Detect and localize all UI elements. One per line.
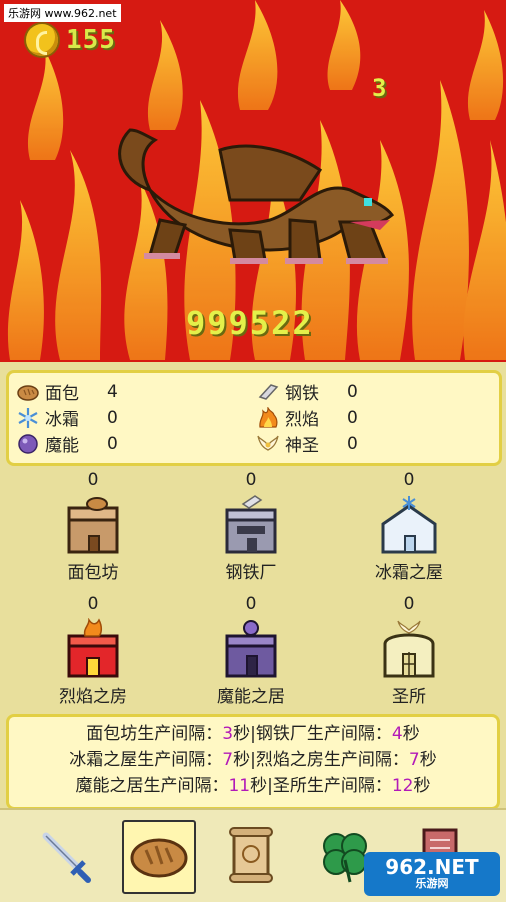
building-count: 0 [403,470,415,490]
flame-icon [259,406,278,428]
resource-magic: 魔能 0 [17,431,118,456]
coin-count: 155 [66,25,116,55]
resource-frost: 冰霜 0 [17,405,118,430]
angel-wings-icon [257,435,279,451]
info-line: 魔能之居生产间隔：11秒|圣所生产间隔：12秒 [75,776,431,796]
steel-mill-building-icon [225,495,277,554]
building-count: 0 [245,470,257,490]
frost-house-building-icon [381,496,437,554]
werewolf-monster[interactable] [100,110,400,270]
info-line: 冰霜之屋生产间隔：7秒|烈焰之房生产间隔：7秒 [69,750,437,770]
enemy-hp: 999522 [186,304,314,342]
tab-buildings[interactable] [122,820,196,894]
building-magic-house[interactable]: 0 魔能之居 [181,594,321,707]
building-count: 0 [245,594,257,614]
building-count: 0 [87,594,99,614]
building-frost-house[interactable]: 0 冰霜之屋 [339,470,479,583]
building-sanctuary[interactable]: 0 圣所 [339,594,479,707]
building-count: 0 [87,470,99,490]
building-bakery[interactable]: 0 面包坊 [23,470,163,583]
bread-icon [130,838,188,878]
steel-bar-icon [258,383,279,400]
info-line: 面包坊生产间隔：3秒|钢铁厂生产间隔：4秒 [86,724,420,744]
flame-house-building-icon [67,618,119,678]
snowflake-icon [18,407,38,428]
site-brand-badge: 962.NET 乐游网 [364,852,500,896]
sword-icon [42,832,91,883]
bakery-building-icon [67,497,119,554]
resource-steel: 钢铁 0 [257,379,358,404]
magic-house-building-icon [225,620,277,678]
coin-counter: 155 [26,24,116,56]
tab-battle[interactable] [28,820,98,890]
resource-panel: 面包 4 钢铁 0 冰霜 0 烈焰 0 魔能 0 神圣 0 [6,370,502,466]
building-flame-house[interactable]: 0 烈焰之房 [23,594,163,707]
building-steel-mill[interactable]: 0 钢铁厂 [181,470,321,583]
production-interval-panel: 面包坊生产间隔：3秒|钢铁厂生产间隔：4秒 冰霜之屋生产间隔：7秒|烈焰之房生产… [6,714,500,810]
building-count: 0 [403,594,415,614]
resource-flame: 烈焰 0 [257,405,358,430]
sanctuary-building-icon [383,620,435,678]
resource-holy: 神圣 0 [257,431,358,456]
tab-quests[interactable] [216,820,286,890]
gold-coin-icon [26,24,58,56]
magic-orb-icon [18,433,38,454]
scroll-icon [229,827,273,883]
resource-bread: 面包 4 [17,379,118,404]
site-watermark: 乐游网 www.962.net [4,4,121,22]
bread-icon [17,384,39,401]
damage-popup: 3 [372,74,387,102]
